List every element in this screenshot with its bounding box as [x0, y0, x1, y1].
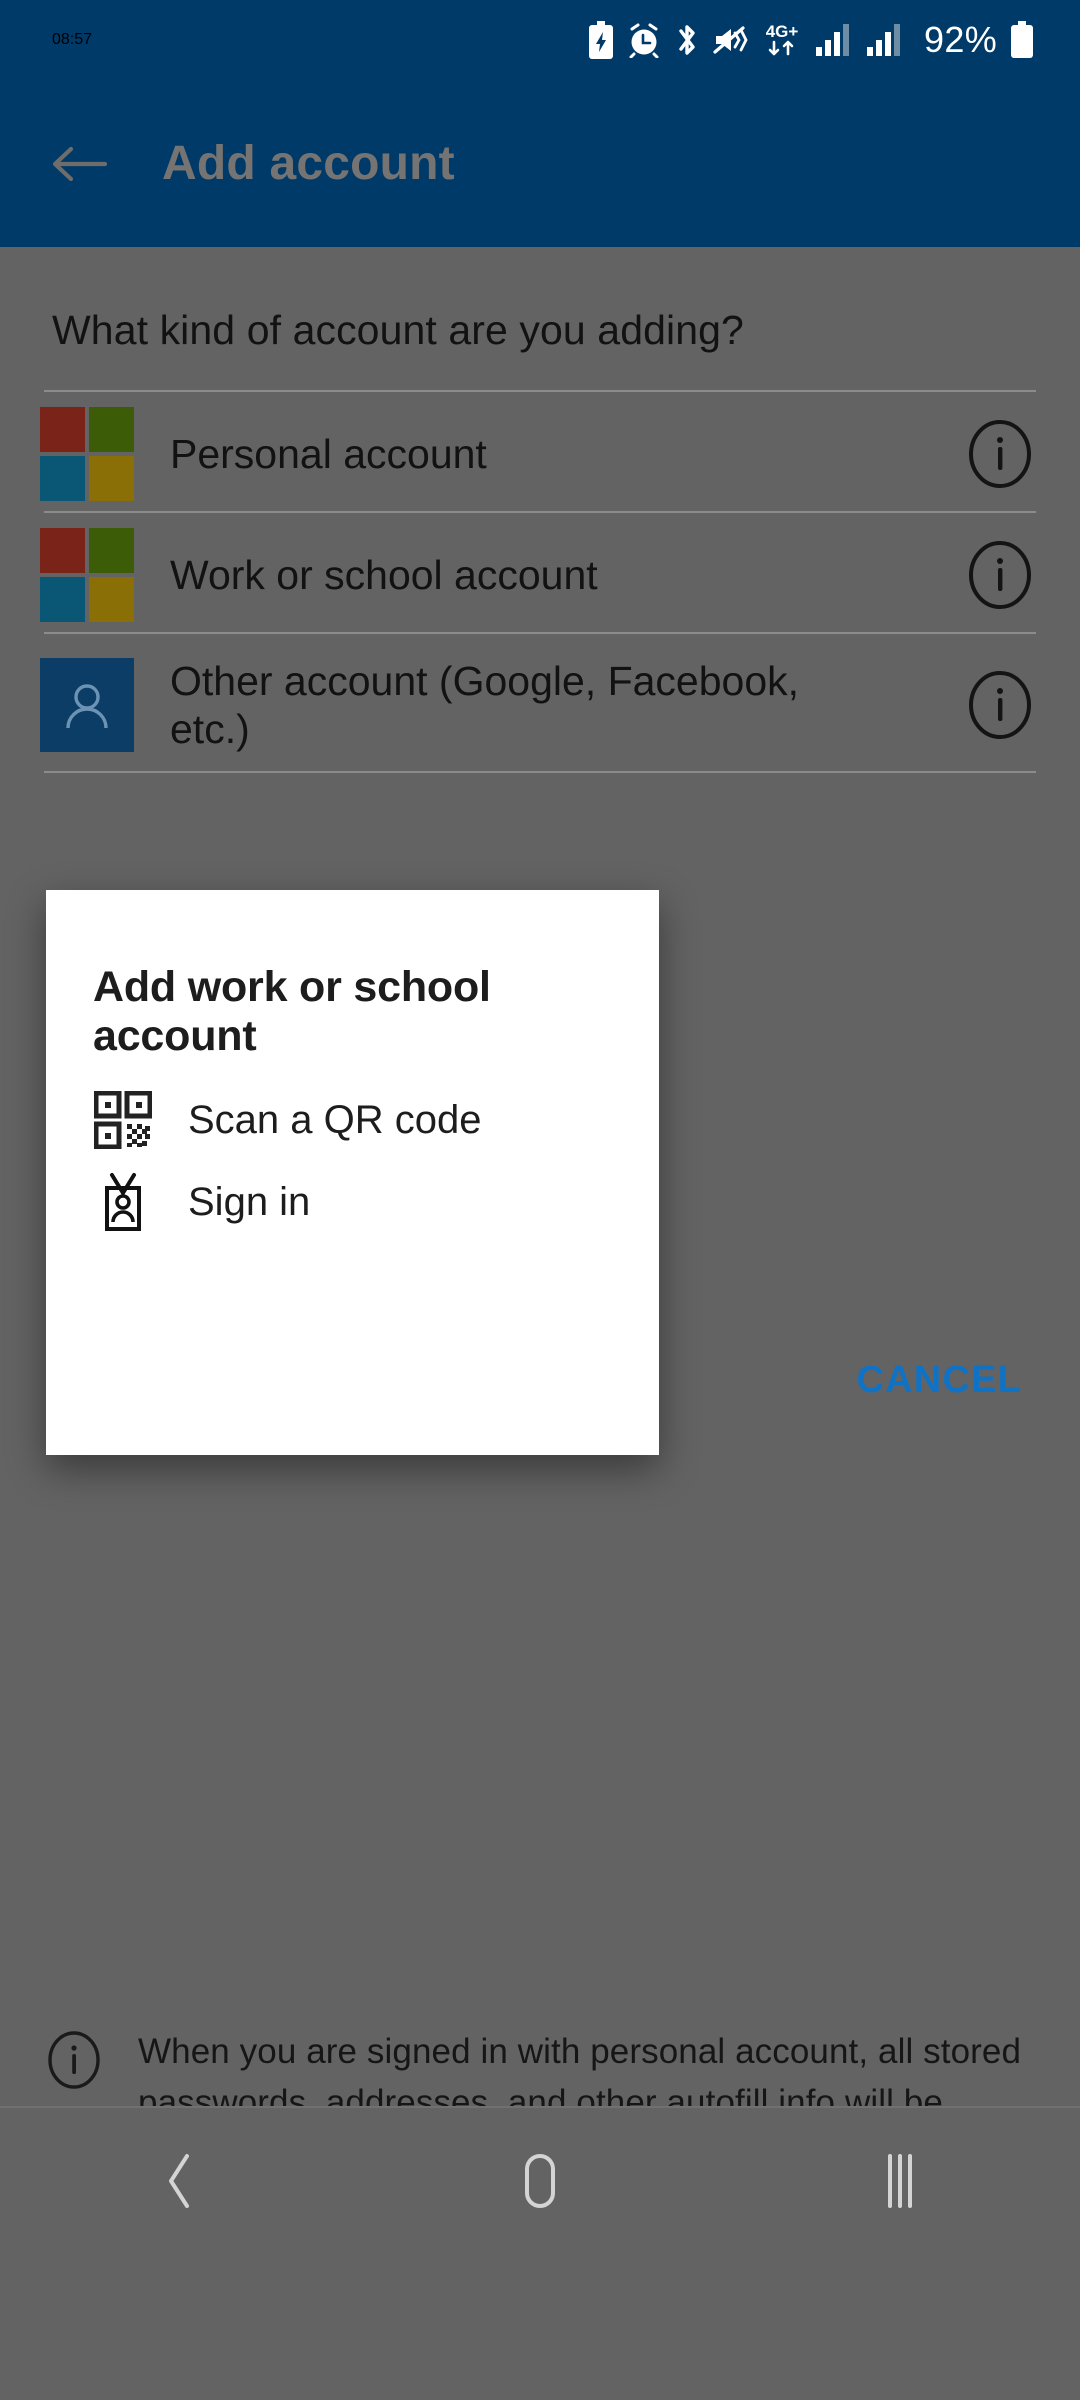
dialog-option-label: Scan a QR code: [188, 1097, 482, 1142]
dialog-title: Add work or school account: [93, 963, 491, 1060]
vibrate-icon: [713, 22, 749, 58]
qr-code-icon: [92, 1089, 154, 1151]
signal-bars-sim1-icon: [815, 23, 853, 57]
svg-text:4G+: 4G+: [766, 22, 799, 41]
account-row-personal[interactable]: Personal account: [0, 399, 1080, 509]
person-tile-icon: [40, 658, 134, 752]
bluetooth-icon: [674, 21, 700, 59]
divider: [44, 511, 1036, 513]
status-bar: 08:57 4G+ 92%: [0, 0, 1080, 80]
nav-back-chevron-icon[interactable]: [0, 2107, 360, 2254]
app-bar: Add account: [0, 80, 1080, 247]
dialog-option-sign-in[interactable]: Sign in: [92, 1162, 632, 1242]
microsoft-logo-icon: [40, 528, 134, 622]
divider: [44, 390, 1036, 392]
info-icon[interactable]: [964, 418, 1036, 490]
4g-plus-data-icon: 4G+: [762, 20, 802, 60]
divider: [44, 632, 1036, 634]
back-arrow-icon[interactable]: [48, 132, 112, 196]
status-bar-clock: 08:57: [52, 31, 93, 48]
info-icon: [44, 2030, 104, 2095]
account-row-label: Other account (Google, Facebook, etc.): [170, 657, 800, 752]
dialog-option-label: Sign in: [188, 1179, 311, 1224]
nav-recents-icon[interactable]: [720, 2107, 1080, 2254]
info-icon[interactable]: [964, 539, 1036, 611]
battery-saver-icon: [588, 21, 614, 59]
account-row-label: Personal account: [170, 430, 487, 477]
info-icon[interactable]: [964, 669, 1036, 741]
battery-percent-label: 92%: [924, 19, 997, 60]
id-badge-icon: [92, 1171, 154, 1233]
page-title: Add account: [162, 137, 455, 190]
content-question: What kind of account are you adding?: [52, 307, 744, 353]
signal-bars-sim2-icon: [866, 23, 904, 57]
account-row-other[interactable]: Other account (Google, Facebook, etc.): [0, 641, 1080, 769]
nav-home-icon[interactable]: [360, 2107, 720, 2254]
account-row-label: Work or school account: [170, 551, 598, 598]
system-navigation-bar: [0, 2106, 1080, 2253]
microsoft-logo-icon: [40, 407, 134, 501]
status-bar-icons: 4G+ 92%: [588, 19, 1034, 61]
cancel-button[interactable]: CANCEL: [832, 1345, 1046, 1416]
alarm-icon: [627, 22, 661, 58]
divider: [44, 771, 1036, 773]
add-work-or-school-account-dialog: Add work or school account Scan a QR cod…: [46, 890, 659, 1455]
account-row-work-or-school[interactable]: Work or school account: [0, 520, 1080, 630]
battery-icon: [1010, 21, 1034, 59]
dialog-option-scan-qr-code[interactable]: Scan a QR code: [92, 1080, 632, 1160]
